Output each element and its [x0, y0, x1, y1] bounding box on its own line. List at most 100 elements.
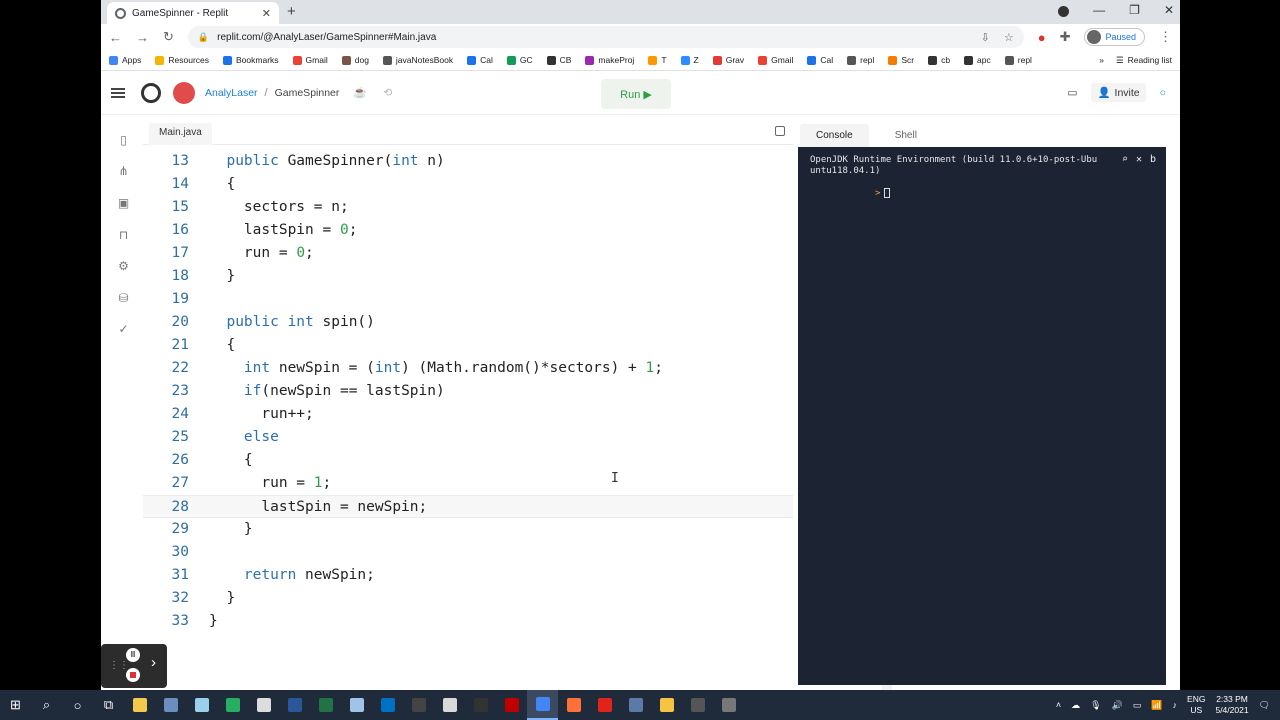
- speaker-icon[interactable]: ♪: [1173, 700, 1178, 710]
- microphone-icon[interactable]: 🎙: [1090, 700, 1101, 711]
- bookmark-item[interactable]: Cal: [467, 55, 493, 65]
- bookmark-item[interactable]: makeProj: [585, 55, 634, 65]
- code-line[interactable]: 28 lastSpin = newSpin;: [143, 495, 793, 518]
- green-app-icon[interactable]: [217, 690, 248, 720]
- bookmark-item[interactable]: apc: [964, 55, 991, 65]
- vpn-icon[interactable]: [682, 690, 713, 720]
- bookmarks-overflow-icon[interactable]: »: [1099, 55, 1104, 66]
- browser-tab[interactable]: GameSpinner - Replit ✕: [107, 2, 279, 24]
- unit-tests-check-icon[interactable]: ✓: [117, 323, 130, 336]
- calculator-icon[interactable]: [620, 690, 651, 720]
- new-tab-icon[interactable]: +: [287, 3, 296, 20]
- word-icon[interactable]: [279, 690, 310, 720]
- editor-settings-icon[interactable]: [775, 126, 785, 136]
- close-window-icon[interactable]: ✕: [1164, 3, 1174, 17]
- bookmark-item[interactable]: Resources: [155, 55, 209, 65]
- bookmark-item[interactable]: Z: [680, 55, 699, 65]
- back-icon[interactable]: ←: [109, 30, 122, 45]
- pen-icon[interactable]: [186, 690, 217, 720]
- code-line[interactable]: 13 public GameSpinner(int n): [143, 150, 793, 173]
- version-control-icon[interactable]: ⋔: [117, 165, 130, 178]
- console-search-icon[interactable]: ⌕: [1122, 154, 1128, 165]
- volume-icon[interactable]: 🔊: [1112, 700, 1123, 711]
- search-icon[interactable]: ○: [1160, 87, 1166, 99]
- acrobat-icon[interactable]: [589, 690, 620, 720]
- chrome-icon[interactable]: [527, 690, 558, 720]
- bookmark-item[interactable]: Bookmarks: [223, 55, 279, 65]
- filezilla-icon[interactable]: [496, 690, 527, 720]
- code-area[interactable]: 13 public GameSpinner(int n) 14 {15 secto…: [143, 150, 793, 633]
- bookmark-item[interactable]: T: [648, 55, 667, 65]
- code-line[interactable]: 19: [143, 288, 793, 311]
- bookmark-item[interactable]: Gmail: [758, 55, 793, 65]
- profile-button[interactable]: Paused: [1084, 28, 1145, 46]
- code-line[interactable]: 16 lastSpin = 0;: [143, 219, 793, 242]
- reload-icon[interactable]: ↻: [163, 29, 174, 45]
- bookmark-item[interactable]: javaNotesBook: [382, 55, 453, 65]
- replit-logo-icon[interactable]: [141, 82, 161, 103]
- cortana-icon[interactable]: ○: [62, 690, 93, 720]
- code-line[interactable]: 18 }: [143, 265, 793, 288]
- maximize-icon[interactable]: ❐: [1129, 3, 1140, 17]
- drag-handle-icon[interactable]: ⋮⋮: [109, 660, 129, 671]
- code-line[interactable]: 17 run = 0;: [143, 242, 793, 265]
- bookmark-item[interactable]: Gmail: [292, 55, 328, 65]
- tab-shell[interactable]: Shell: [879, 124, 933, 147]
- bookmark-item[interactable]: dog: [341, 55, 369, 65]
- pause-recording-icon[interactable]: II: [126, 648, 140, 662]
- secrets-lock-icon[interactable]: ⊓: [117, 229, 130, 242]
- terminal[interactable]: OpenJDK Runtime Environment (build 11.0.…: [798, 147, 1166, 685]
- tab-console[interactable]: Console: [800, 124, 869, 147]
- code-line[interactable]: 30: [143, 541, 793, 564]
- code-line[interactable]: 24 run++;: [143, 403, 793, 426]
- settings-gear-icon[interactable]: ⚙: [117, 260, 130, 273]
- excel-icon[interactable]: [310, 690, 341, 720]
- code-editor[interactable]: Main.java 13 public GameSpinner(int n) 14…: [143, 117, 892, 690]
- inkscape-icon[interactable]: [465, 690, 496, 720]
- extensions-puzzle-icon[interactable]: ✚: [1060, 29, 1071, 45]
- code-line[interactable]: 22 int newSpin = (int) (Math.random()*se…: [143, 357, 793, 380]
- file-explorer-icon[interactable]: [124, 690, 155, 720]
- address-bar[interactable]: 🔒 replit.com/@AnalyLaser/GameSpinner#Mai…: [187, 26, 1024, 48]
- outlook-icon[interactable]: [372, 690, 403, 720]
- bookmark-item[interactable]: CB: [546, 55, 571, 65]
- install-app-icon[interactable]: ⇩: [981, 31, 990, 44]
- code-line[interactable]: 15 sectors = n;: [143, 196, 793, 219]
- minimize-icon[interactable]: —: [1093, 3, 1105, 17]
- search-icon[interactable]: ⌕: [31, 690, 62, 720]
- doc-icon[interactable]: [434, 690, 465, 720]
- g-app-icon[interactable]: [403, 690, 434, 720]
- tray-expand-icon[interactable]: ˄: [1056, 700, 1061, 710]
- user-avatar[interactable]: [173, 81, 195, 104]
- profile-menu-icon[interactable]: [1058, 6, 1070, 17]
- music-icon[interactable]: [248, 690, 279, 720]
- camera-icon[interactable]: [155, 690, 186, 720]
- run-button[interactable]: Run ▶: [601, 79, 671, 109]
- onedrive-icon[interactable]: ☁: [1071, 700, 1080, 711]
- chat-icon[interactable]: ▭: [1068, 87, 1078, 99]
- bookmark-item[interactable]: Scr: [888, 55, 914, 65]
- battery-icon[interactable]: ▭: [1133, 700, 1142, 711]
- code-line[interactable]: 33}: [143, 610, 793, 633]
- bookmark-item[interactable]: GC: [506, 55, 533, 65]
- bookmark-star-icon[interactable]: ☆: [1004, 31, 1014, 44]
- history-icon[interactable]: ⟲: [383, 86, 392, 99]
- bookmark-item[interactable]: repl: [847, 55, 874, 65]
- code-line[interactable]: 20 public int spin(): [143, 311, 793, 334]
- reading-list-button[interactable]: ☰ Reading list: [1116, 55, 1172, 66]
- task-view-icon[interactable]: ⧉: [93, 690, 124, 720]
- owner-link[interactable]: AnalyLaser: [205, 87, 258, 99]
- bug-icon[interactable]: [713, 690, 744, 720]
- repl-name[interactable]: GameSpinner: [275, 87, 340, 99]
- code-line[interactable]: 27 run = 1;: [143, 472, 793, 495]
- expand-arrow-icon[interactable]: ›: [151, 654, 156, 671]
- bookmark-item[interactable]: cb: [928, 55, 950, 65]
- yellow-app-icon[interactable]: [651, 690, 682, 720]
- packages-icon[interactable]: ▣: [117, 197, 130, 210]
- files-icon[interactable]: ▯: [117, 134, 130, 147]
- code-line[interactable]: 29 }: [143, 518, 793, 541]
- code-line[interactable]: 31 return newSpin;: [143, 564, 793, 587]
- windows-start-icon[interactable]: ⊞: [0, 690, 31, 720]
- code-line[interactable]: 25 else: [143, 426, 793, 449]
- code-line[interactable]: 21 {: [143, 334, 793, 357]
